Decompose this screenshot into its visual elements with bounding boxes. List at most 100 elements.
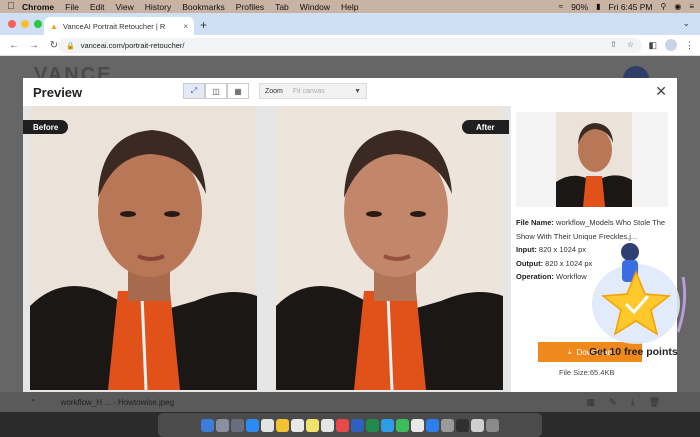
- profile-avatar[interactable]: [665, 39, 677, 51]
- menu-app-chrome[interactable]: Chrome: [22, 2, 54, 12]
- operation-label: Operation:: [516, 272, 554, 281]
- fit-view-button[interactable]: ⤢: [183, 83, 205, 99]
- more-menu-icon[interactable]: ⋮: [685, 40, 694, 51]
- zoom-select[interactable]: Zoom Fit canvas ▼: [259, 83, 367, 99]
- clock[interactable]: Fri 6:45 PM: [609, 2, 653, 12]
- file-name-row: File Name: workflow_Models Who Stole The…: [516, 216, 674, 243]
- split-view-button[interactable]: ◫: [205, 83, 227, 99]
- menu-file[interactable]: File: [65, 2, 79, 12]
- menu-bookmarks[interactable]: Bookmarks: [182, 2, 225, 12]
- address-bar[interactable]: 🔒 vanceai.com/portrait-retoucher/ ⇧ ☆: [58, 38, 642, 53]
- tab-search-chevron-icon[interactable]: ⌄: [682, 18, 690, 29]
- output-label: Output:: [516, 258, 544, 268]
- thumbnail-frame: [516, 112, 668, 207]
- close-window-button[interactable]: [8, 20, 16, 28]
- chevron-down-icon: ▼: [354, 87, 361, 95]
- after-label: After: [462, 120, 509, 134]
- launchpad-icon[interactable]: [216, 418, 229, 432]
- notes-icon[interactable]: [306, 418, 319, 432]
- rocket-icon[interactable]: [231, 418, 244, 432]
- menu-tab[interactable]: Tab: [275, 2, 289, 12]
- reminders-icon[interactable]: [321, 418, 334, 432]
- terminal-icon[interactable]: [456, 418, 469, 432]
- split-icon: ◫: [212, 86, 220, 96]
- menu-view[interactable]: View: [115, 2, 133, 12]
- close-icon[interactable]: ✕: [655, 83, 667, 100]
- output-value: 820 x 1024 px: [545, 258, 593, 268]
- share-icon[interactable]: ⇧: [610, 40, 617, 49]
- macos-dock: [158, 413, 542, 437]
- grid-icon: ▦: [234, 86, 242, 96]
- lock-icon[interactable]: 🔒: [66, 42, 75, 50]
- vanceai-favicon-icon: ▲: [50, 21, 58, 31]
- input-value: 820 x 1024 px: [538, 245, 587, 254]
- modal-title: Preview: [33, 85, 83, 100]
- free-points-promo[interactable]: [588, 242, 700, 362]
- messages-icon[interactable]: [381, 418, 394, 432]
- side-panel-icon[interactable]: ◧: [648, 40, 657, 51]
- side-by-side-view-button[interactable]: ▦: [227, 83, 249, 99]
- operation-value: Workflow: [556, 272, 587, 281]
- download-shelf: ⌃ workflow_H ... - Howtowise.jpeg ▦ ✎ ⤓ …: [0, 392, 700, 412]
- compare-icon[interactable]: ▦: [587, 397, 596, 408]
- promo-text[interactable]: Get 10 free points: [589, 346, 678, 358]
- edit-icon[interactable]: ✎: [609, 397, 617, 408]
- dock-trash-icon[interactable]: [486, 418, 499, 432]
- calendar-icon[interactable]: [291, 418, 304, 432]
- menu-profiles[interactable]: Profiles: [236, 2, 264, 12]
- back-arrow-icon[interactable]: ←: [8, 40, 20, 51]
- file-name-label: File Name:: [516, 218, 554, 227]
- user-icon[interactable]: ◉: [674, 2, 681, 11]
- omnibox-actions: ⇧ ☆: [610, 40, 634, 49]
- zoom-window-button[interactable]: [34, 20, 42, 28]
- browser-tab[interactable]: ▲ VanceAI Portrait Retoucher | R ×: [44, 17, 194, 35]
- chrome-icon[interactable]: [276, 418, 289, 432]
- new-tab-button[interactable]: +: [200, 18, 207, 32]
- before-image: [30, 106, 257, 390]
- bookmark-star-icon[interactable]: ☆: [627, 40, 634, 49]
- photos-icon[interactable]: [336, 418, 349, 432]
- menu-history[interactable]: History: [145, 2, 171, 12]
- battery-percent: 90%: [571, 1, 589, 12]
- downloaded-file-name[interactable]: workflow_H ... - Howtowise.jpeg: [61, 398, 174, 407]
- menu-window[interactable]: Window: [300, 2, 330, 12]
- comparison-area: Before After: [23, 106, 511, 392]
- zoom-label: Zoom: [265, 87, 283, 95]
- toolbar-right: ◧ ⋮: [648, 39, 694, 51]
- chevron-up-icon[interactable]: ⌃: [30, 398, 37, 407]
- tab-title: VanceAI Portrait Retoucher | R: [63, 21, 166, 31]
- close-tab-icon[interactable]: ×: [183, 22, 188, 31]
- battery-icon[interactable]: ▮: [596, 2, 600, 11]
- trash-icon[interactable]: 🗑: [649, 397, 660, 408]
- shelf-actions: ▦ ✎ ⤓ 🗑: [587, 397, 660, 408]
- before-label: Before: [23, 120, 69, 134]
- download-arrow-icon[interactable]: ⤓: [631, 397, 635, 408]
- excel-icon[interactable]: [366, 418, 379, 432]
- word-icon[interactable]: [351, 418, 364, 432]
- finder-icon[interactable]: [201, 418, 214, 432]
- result-thumbnail: [556, 112, 632, 207]
- app-store-icon[interactable]: [426, 418, 439, 432]
- input-label: Input:: [516, 245, 537, 254]
- zoom-value: Fit canvas: [292, 87, 325, 95]
- search-icon[interactable]: ⚲: [660, 2, 666, 11]
- macos-menubar:  Chrome File Edit View History Bookmark…: [0, 0, 700, 13]
- minimize-window-button[interactable]: [21, 20, 29, 28]
- menubar-status: ≈ 90% ▮ Fri 6:45 PM ⚲ ◉ ≡: [559, 0, 694, 13]
- control-center-icon[interactable]: ≡: [689, 2, 694, 11]
- wifi-icon[interactable]: ≈: [559, 2, 563, 11]
- wechat-icon[interactable]: [396, 418, 409, 432]
- menu-help[interactable]: Help: [341, 2, 358, 12]
- download-icon: ⤓: [567, 347, 572, 356]
- url-text[interactable]: vanceai.com/portrait-retoucher/: [81, 41, 185, 50]
- files-icon[interactable]: [471, 418, 484, 432]
- menu-edit[interactable]: Edit: [90, 2, 105, 12]
- mail-icon[interactable]: [261, 418, 274, 432]
- settings-icon[interactable]: [441, 418, 454, 432]
- safari-icon[interactable]: [246, 418, 259, 432]
- preview-icon[interactable]: [411, 418, 424, 432]
- view-mode-toggle: ⤢ ◫ ▦: [183, 83, 249, 99]
- browser-toolbar: ← → ↻ 🔒 vanceai.com/portrait-retoucher/ …: [0, 35, 700, 56]
- apple-icon[interactable]: : [0, 1, 22, 12]
- forward-arrow-icon[interactable]: →: [28, 40, 40, 51]
